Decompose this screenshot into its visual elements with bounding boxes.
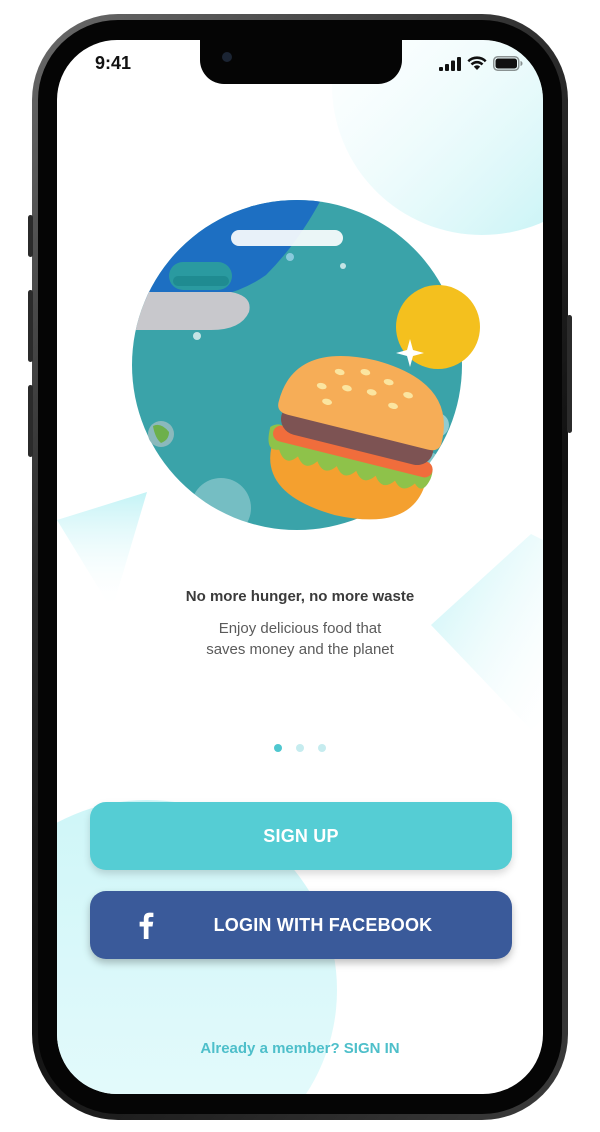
mute-switch [28,215,33,257]
notch [200,40,402,84]
cellular-signal-icon [439,57,461,71]
description-line-1: Enjoy delicious food that [218,620,382,637]
description-line-2: saves money and the planet [206,641,394,658]
sign-in-link[interactable]: Already a member? SIGN IN [57,1040,543,1057]
page-dot-2[interactable] [296,744,304,752]
facebook-icon [139,912,154,939]
wifi-icon [467,56,487,70]
volume-down-button [28,385,33,457]
page-dot-3[interactable] [318,744,326,752]
page-dot-1[interactable] [274,744,282,752]
page-indicator [57,744,543,752]
front-camera [222,52,232,62]
app-screen: 9:41 No more hunger, no more waste Enjoy… [57,40,543,1094]
sign-up-label: SIGN UP [263,825,339,846]
login-with-facebook-label: LOGIN WITH FACEBOOK [213,914,433,935]
battery-icon [493,56,523,71]
bubble-bottom-left [191,478,251,530]
power-button [567,315,572,433]
burger-planet-illustration [132,200,480,530]
onboarding-content: No more hunger, no more waste Enjoy deli… [57,40,543,1094]
status-time: 9:41 [95,53,132,73]
sign-up-button[interactable]: SIGN UP [90,802,512,870]
status-icons [439,56,523,71]
onboarding-description: Enjoy delicious food that saves money an… [57,618,543,660]
onboarding-headline: No more hunger, no more waste [185,588,415,605]
sky-pill [231,230,343,246]
login-with-facebook-button[interactable]: LOGIN WITH FACEBOOK [90,891,512,959]
planet-cloud-band [132,292,250,330]
volume-up-button [28,290,33,362]
